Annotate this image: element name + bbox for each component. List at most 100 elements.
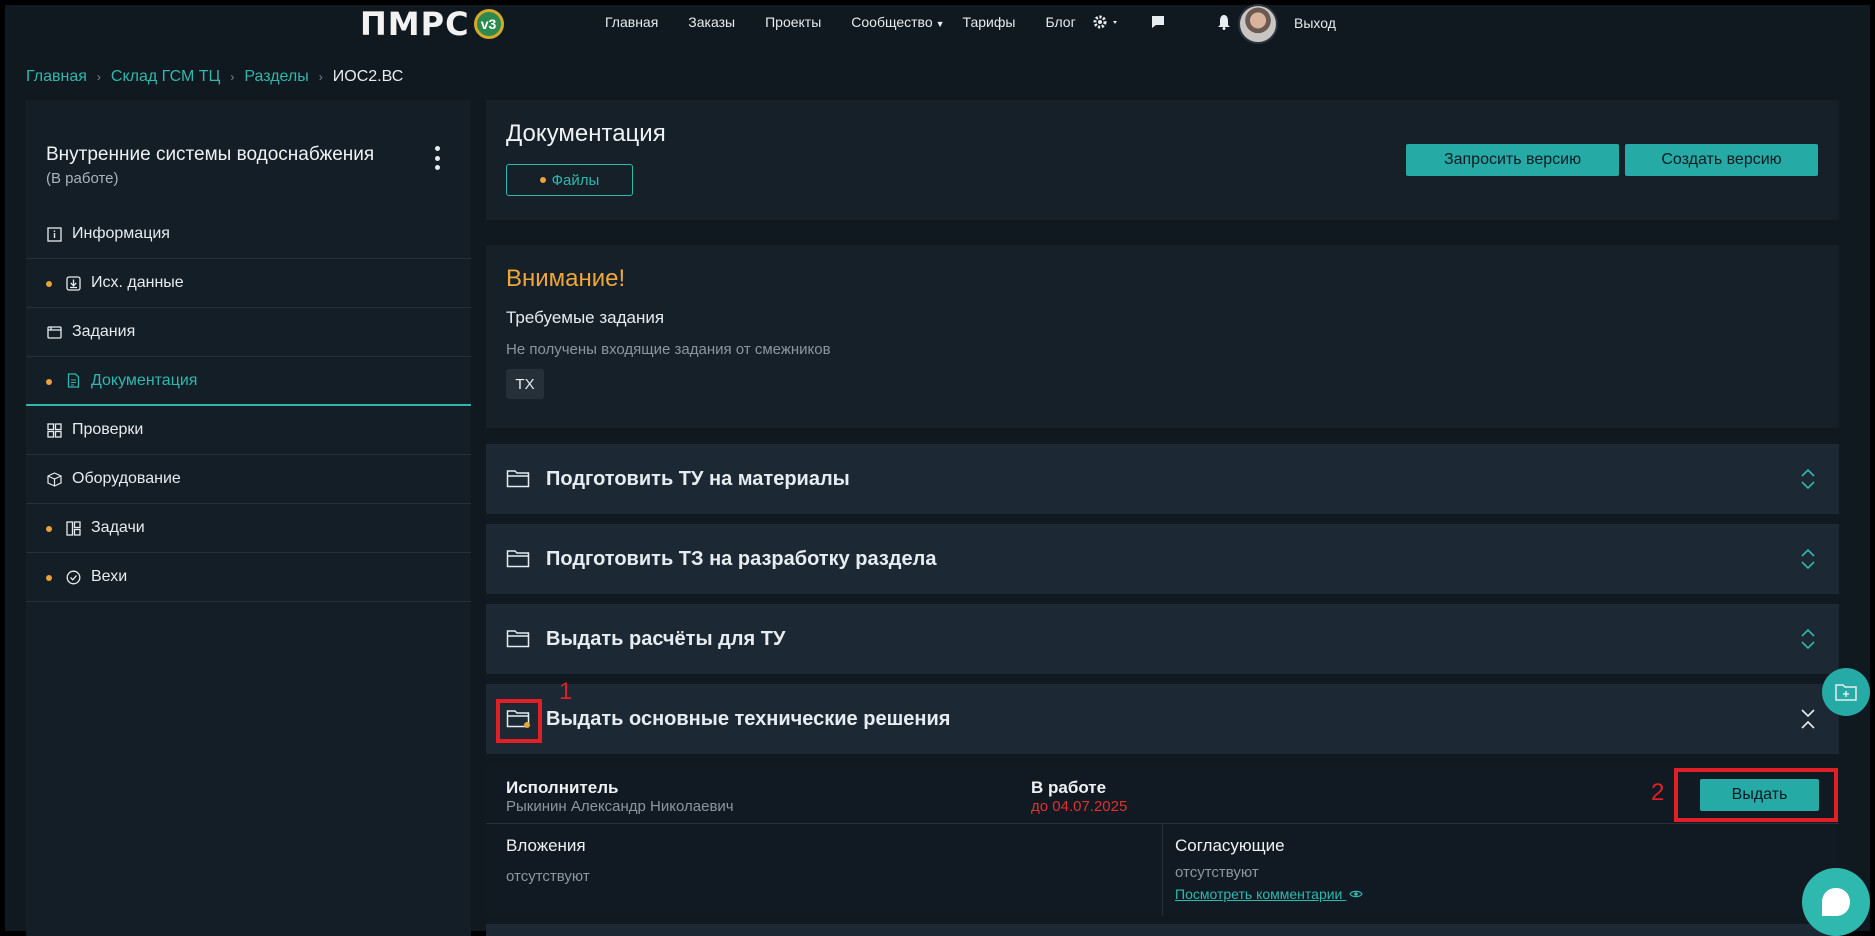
breadcrumb-sections[interactable]: Разделы — [244, 68, 308, 86]
attachments-label: Вложения — [506, 836, 586, 855]
breadcrumb-separator-icon: › — [318, 70, 323, 84]
nav-link-home[interactable]: Главная — [605, 14, 658, 30]
sidebar-item-checks[interactable]: Проверки — [26, 406, 471, 455]
warning-subtitle: Требуемые задания — [506, 308, 665, 327]
document-icon — [65, 373, 81, 389]
annotation-number-1: 1 — [559, 678, 573, 705]
breadcrumb-separator-icon: › — [230, 70, 235, 84]
sidebar-item-label: Задачи — [91, 519, 145, 536]
approvers-value: отсутствуют — [1175, 864, 1259, 881]
status-dot — [46, 379, 52, 385]
accordion-label: Выдать основные технические решения — [546, 707, 951, 730]
sidebar-item-label: Оборудование — [72, 470, 181, 487]
nav-link-community-label: Сообщество — [851, 14, 933, 30]
nav-link-orders[interactable]: Заказы — [688, 14, 735, 30]
view-comments-link[interactable]: Посмотреть комментарии — [1175, 886, 1363, 902]
bell-icon[interactable] — [1214, 12, 1234, 32]
folder-plus-icon — [1835, 684, 1857, 701]
tab-files[interactable]: Файлы — [506, 164, 633, 196]
executor-name: Рыкинин Александр Николаевич — [506, 798, 734, 815]
sidebar-item-label: Вехи — [91, 568, 128, 585]
sidebar-item-documentation[interactable]: Документация — [26, 357, 471, 406]
view-comments-label: Посмотреть комментарии — [1175, 886, 1343, 902]
folder-icon — [506, 630, 530, 648]
annotation-number-2: 2 — [1651, 779, 1665, 806]
add-folder-button[interactable] — [1822, 668, 1870, 716]
breadcrumb-current: ИОС2.ВС — [332, 68, 404, 85]
sidebar-item-milestones[interactable]: Вехи — [26, 553, 471, 602]
sidebar-item-tasks[interactable]: Задачи — [26, 504, 471, 553]
logo[interactable]: ПМРС v3 — [360, 8, 504, 40]
accordion-item[interactable]: Подготовить ТЗ на разработку раздела — [486, 524, 1839, 594]
expand-chevrons-icon — [1801, 468, 1815, 490]
avatar[interactable] — [1238, 4, 1278, 44]
sidebar: Внутренние системы водоснабжения (В рабо… — [26, 100, 471, 936]
folder-icon — [506, 470, 530, 488]
tasks-window-icon — [46, 324, 62, 340]
nav-link-blog[interactable]: Блог — [1045, 14, 1075, 30]
logo-text: ПМРС — [360, 5, 470, 43]
more-vertical-icon[interactable] — [432, 146, 442, 170]
status-dot — [46, 575, 52, 581]
box-icon — [46, 471, 62, 487]
sidebar-item-source-data[interactable]: Исх. данные — [26, 259, 471, 308]
create-version-button[interactable]: Создать версию — [1625, 144, 1818, 176]
discipline-tag[interactable]: ТХ — [506, 369, 544, 399]
accordion-item[interactable]: Выдать расчёты для ТУ — [486, 604, 1839, 674]
top-nav: ПМРС v3 Главная Заказы Проекты Сообществ… — [0, 0, 1875, 48]
section-title: Внутренние системы водоснабжения — [46, 144, 375, 165]
sidebar-item-equipment[interactable]: Оборудование — [26, 455, 471, 504]
expand-chevrons-icon — [1801, 548, 1815, 570]
accordion-item-expanded[interactable]: Выдать основные технические решения — [486, 684, 1839, 754]
sidebar-item-label: Информация — [72, 225, 170, 242]
sidebar-item-label: Документация — [91, 371, 198, 389]
warning-text: Не получены входящие задания от смежнико… — [506, 341, 831, 358]
folder-icon — [506, 550, 530, 568]
annotation-box-2 — [1674, 768, 1838, 822]
deadline: до 04.07.2025 — [1031, 798, 1128, 815]
sidebar-item-label: Исх. данные — [91, 274, 184, 291]
next-card-edge — [486, 924, 1839, 936]
nav-link-pricing[interactable]: Тарифы — [963, 14, 1016, 30]
page-title: Документация — [506, 120, 666, 147]
attachments-value: отсутствуют — [506, 868, 590, 885]
status-label: В работе — [1031, 778, 1107, 797]
sidebar-item-info[interactable]: Информация — [26, 210, 471, 259]
gear-icon[interactable] — [1092, 12, 1122, 32]
nav-icons — [1092, 12, 1234, 32]
expand-chevrons-icon — [1801, 628, 1815, 650]
warning-title: Внимание! — [506, 265, 626, 292]
section-status: (В работе) — [46, 170, 119, 187]
nav-link-projects[interactable]: Проекты — [765, 14, 821, 30]
tab-files-label: Файлы — [551, 171, 600, 189]
eye-icon — [1349, 890, 1363, 898]
task-detail: Исполнитель Рыкинин Александр Николаевич… — [486, 764, 1839, 916]
board-icon — [65, 520, 81, 536]
chat-bubble-icon — [1822, 888, 1850, 916]
accordion-label: Подготовить ТУ на материалы — [546, 467, 850, 490]
breadcrumb-home[interactable]: Главная — [26, 68, 87, 86]
status-dot — [46, 281, 52, 287]
version-badge: v3 — [473, 9, 504, 39]
executor-label: Исполнитель — [506, 778, 619, 797]
request-version-button[interactable]: Запросить версию — [1406, 144, 1619, 176]
documentation-header: Документация Файлы Запросить версию Созд… — [486, 100, 1839, 220]
grid-icon — [46, 422, 62, 438]
warning-card: Внимание! Требуемые задания Не получены … — [486, 245, 1839, 428]
approvers-label: Согласующие — [1175, 836, 1285, 855]
support-chat-button[interactable] — [1802, 868, 1870, 936]
accordion-item[interactable]: Подготовить ТУ на материалы — [486, 444, 1839, 514]
nav-links: Главная Заказы Проекты Сообщество ▼ Тариф… — [605, 14, 1106, 30]
breadcrumb: Главная › Склад ГСМ ТЦ › Разделы › ИОС2.… — [26, 68, 403, 86]
annotation-box-1 — [496, 699, 542, 743]
logout-link[interactable]: Выход — [1294, 15, 1336, 31]
chevron-down-icon: ▼ — [935, 19, 945, 29]
sidebar-item-label: Проверки — [72, 421, 144, 438]
breadcrumb-project[interactable]: Склад ГСМ ТЦ — [111, 68, 220, 86]
chat-icon[interactable] — [1148, 12, 1168, 32]
check-circle-icon — [65, 569, 81, 585]
nav-link-community[interactable]: Сообщество ▼ — [851, 14, 944, 30]
accordion-label: Выдать расчёты для ТУ — [546, 627, 786, 650]
sidebar-item-assignments[interactable]: Задания — [26, 308, 471, 357]
info-icon — [46, 226, 62, 242]
